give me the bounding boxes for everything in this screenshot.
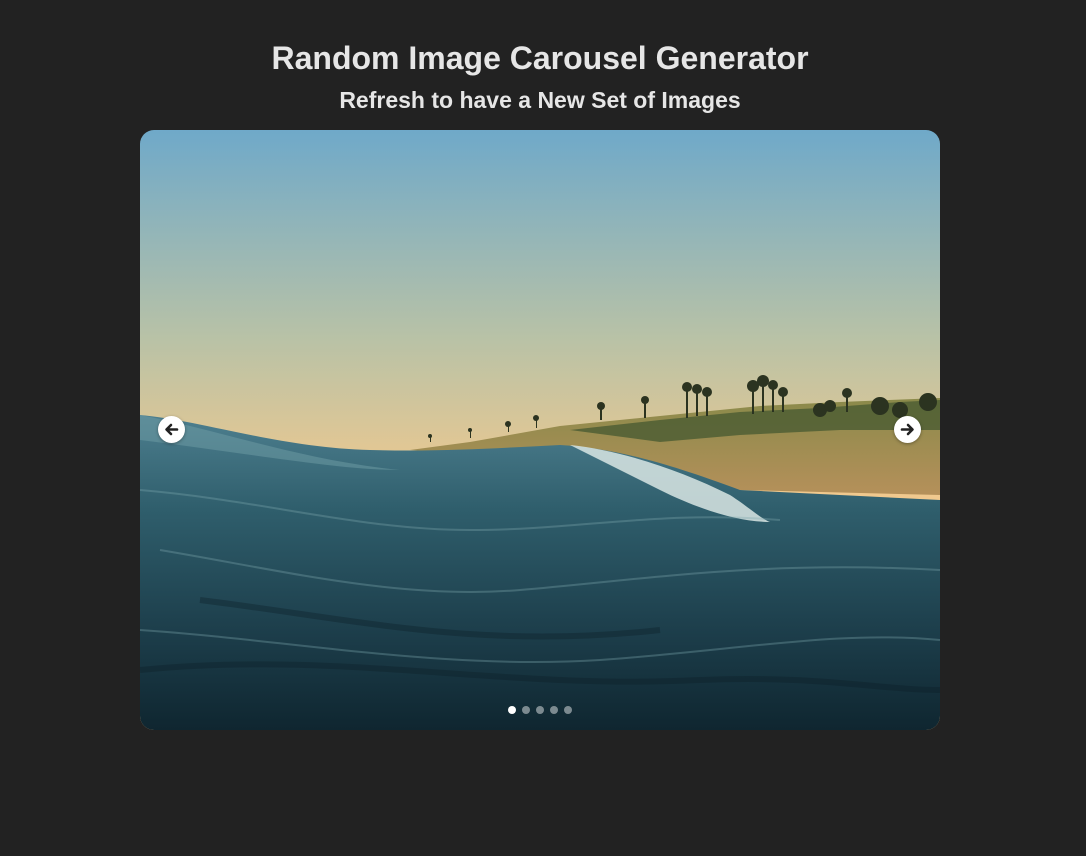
page-subtitle: Refresh to have a New Set of Images: [339, 87, 741, 113]
page-title: Random Image Carousel Generator: [271, 40, 809, 76]
prev-slide-button[interactable]: [158, 416, 185, 443]
slide-dot-1[interactable]: [508, 706, 516, 714]
slide-indicator-dots: [140, 706, 940, 714]
image-carousel[interactable]: [140, 130, 940, 730]
slide-dot-5[interactable]: [564, 706, 572, 714]
page: Random Image Carousel Generator Refresh …: [0, 0, 1086, 856]
slide-dot-3[interactable]: [536, 706, 544, 714]
slide-dot-2[interactable]: [522, 706, 530, 714]
slide-dot-4[interactable]: [550, 706, 558, 714]
carousel-slide-image: [140, 130, 940, 730]
arrow-left-icon: [165, 423, 179, 436]
arrow-right-icon: [900, 423, 914, 436]
next-slide-button[interactable]: [894, 416, 921, 443]
